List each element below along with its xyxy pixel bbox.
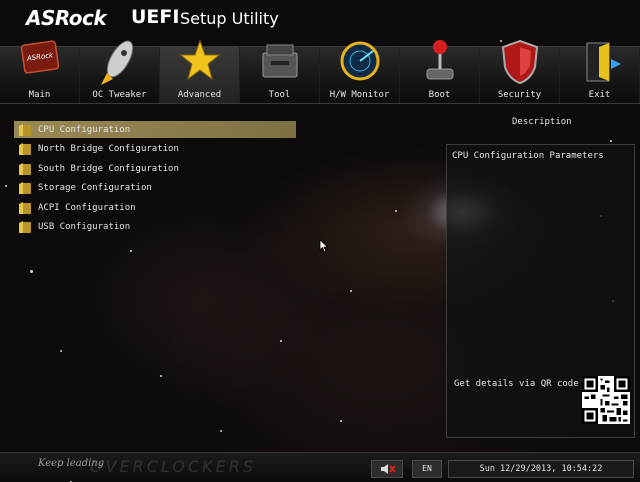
menu-item-usb-configuration[interactable]: USB Configuration — [14, 219, 296, 236]
shield-icon — [501, 39, 538, 85]
tab-hw-monitor-label: H/W Monitor — [329, 90, 390, 100]
tab-boot[interactable]: Boot — [400, 40, 480, 103]
tab-oc-tweaker-label: OC Tweaker — [92, 90, 147, 100]
folder-icon — [19, 162, 31, 175]
menu-item-storage-configuration[interactable]: Storage Configuration — [14, 180, 296, 197]
tab-exit[interactable]: Exit — [560, 42, 640, 103]
setup-utility-title: Setup Utility — [180, 9, 279, 28]
menu-item-south-bridge-configuration[interactable]: South Bridge Configuration — [14, 160, 296, 177]
description-panel: CPU Configuration Parameters Get details… — [446, 144, 635, 438]
star-icon — [179, 39, 220, 81]
status-bar: Keep leading OVERCLOCKERS EN Sun 12/29/2… — [0, 452, 640, 481]
description-text: CPU Configuration Parameters — [452, 151, 604, 161]
menu-item-label: North Bridge Configuration — [38, 144, 179, 154]
main-icon: ASRock — [20, 40, 59, 74]
tab-oc-tweaker[interactable]: OC Tweaker — [80, 40, 160, 103]
qr-caption: Get details via QR code — [454, 379, 579, 389]
tab-advanced-label: Advanced — [177, 90, 222, 100]
menu-item-north-bridge-configuration[interactable]: North Bridge Configuration — [14, 141, 296, 158]
menu-item-label: CPU Configuration — [38, 124, 131, 135]
tab-exit-label: Exit — [588, 90, 611, 100]
toolbox-icon — [262, 44, 297, 78]
speaker-mute-icon — [381, 464, 396, 474]
tab-security[interactable]: Security — [480, 39, 560, 103]
qr-code-icon — [582, 376, 630, 424]
tab-boot-label: Boot — [428, 90, 451, 100]
uefi-title: UEFI — [131, 6, 180, 28]
mouse-cursor-icon — [319, 239, 329, 253]
radar-icon — [340, 41, 379, 81]
joystick-icon — [426, 40, 453, 80]
description-title: Description — [512, 117, 572, 127]
folder-icon — [19, 221, 31, 233]
menu-item-label: Storage Configuration — [38, 183, 152, 193]
folder-icon — [19, 201, 31, 214]
tab-hw-monitor[interactable]: H/W Monitor — [320, 41, 400, 103]
tab-tool-label: Tool — [268, 90, 291, 100]
menu-item-label: USB Configuration — [38, 222, 131, 232]
folder-icon — [19, 143, 31, 155]
exit-door-icon — [586, 42, 621, 82]
menu-item-cpu-configuration[interactable]: CPU Configuration — [14, 121, 296, 138]
rocket-icon — [100, 40, 133, 85]
brand-logo: ASRock — [26, 6, 107, 30]
mute-button[interactable] — [371, 460, 403, 478]
language-button[interactable]: EN — [412, 460, 442, 478]
menu-item-acpi-configuration[interactable]: ACPI Configuration — [14, 199, 296, 216]
watermark-text: OVERCLOCKERS — [90, 457, 256, 476]
tab-main[interactable]: ASRock Main — [0, 40, 80, 103]
main-nav: ASRock Main OC Tweaker Advanced Tool H/W — [0, 39, 640, 104]
tab-security-label: Security — [497, 90, 542, 100]
menu-item-label: South Bridge Configuration — [38, 163, 179, 174]
tab-advanced[interactable]: Advanced — [160, 39, 240, 103]
folder-icon — [19, 182, 31, 194]
tab-main-label: Main — [28, 90, 51, 100]
datetime-display: Sun 12/29/2013, 10:54:22 — [448, 460, 634, 478]
menu-item-label: ACPI Configuration — [38, 202, 136, 213]
folder-icon — [19, 123, 31, 136]
advanced-menu: CPU Configuration North Bridge Configura… — [14, 121, 296, 238]
tab-tool[interactable]: Tool — [240, 44, 320, 103]
